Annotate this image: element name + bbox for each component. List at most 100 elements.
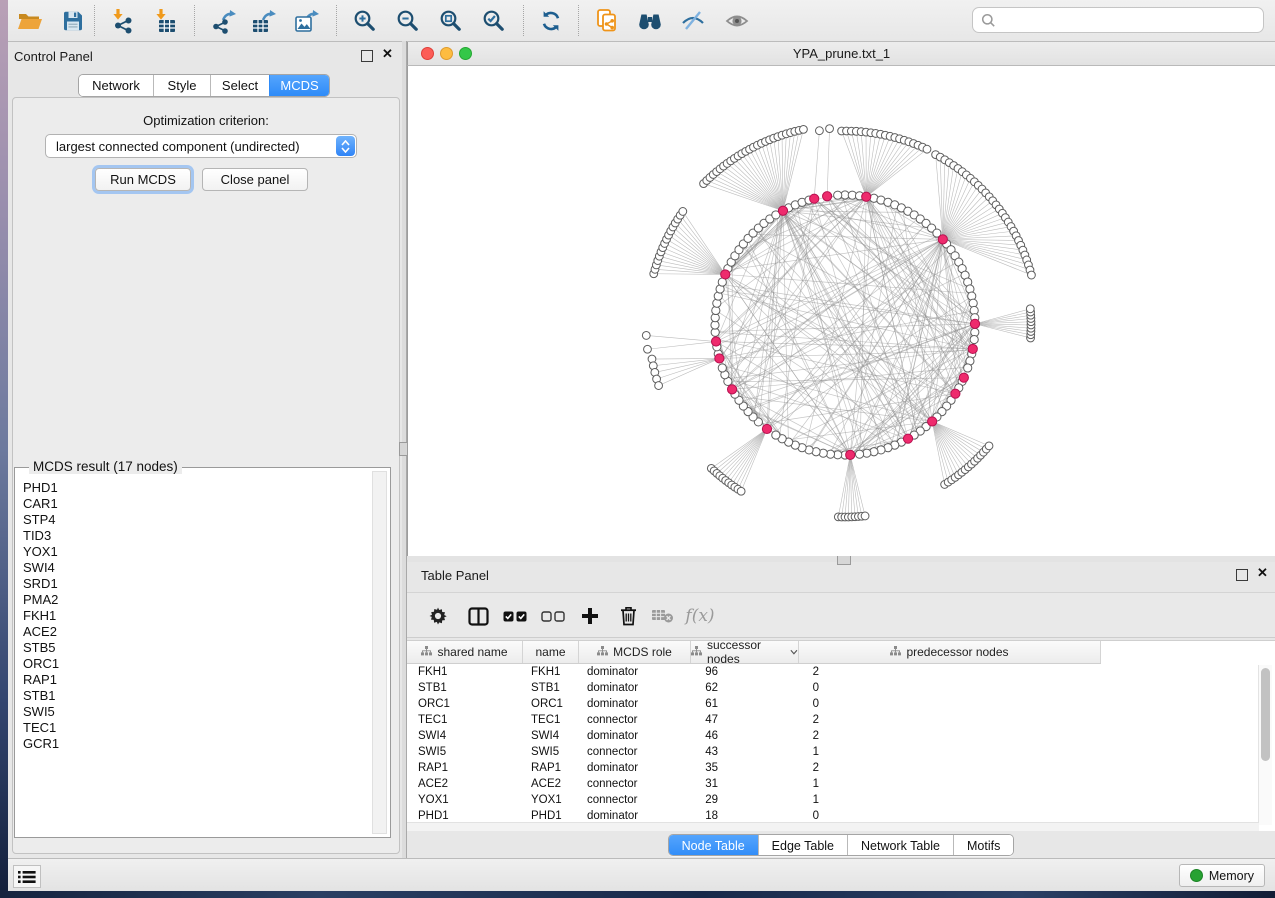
deselect-all-button[interactable]: [536, 599, 570, 633]
mcds-result-item[interactable]: GCR1: [23, 736, 370, 752]
search-input[interactable]: [1002, 12, 1255, 29]
table-row[interactable]: YOX1YOX1connector291: [407, 792, 1259, 808]
column-header-shared-name[interactable]: shared name: [407, 641, 523, 663]
export-table-button[interactable]: [244, 3, 282, 38]
column-header-successor-nodes[interactable]: successor nodes: [691, 641, 799, 663]
zoom-in-button[interactable]: [346, 3, 384, 38]
mcds-result-item[interactable]: TEC1: [23, 720, 370, 736]
table-horizontal-scrollbar[interactable]: [407, 822, 1259, 831]
mcds-result-item[interactable]: SRD1: [23, 576, 370, 592]
mcds-result-list[interactable]: PHD1CAR1STP4TID3YOX1SWI4SRD1PMA2FKH1ACE2…: [23, 480, 370, 833]
tab-style[interactable]: Style: [153, 75, 210, 96]
gear-icon: [428, 606, 448, 626]
cell: SWI4: [523, 730, 579, 742]
table-settings-button[interactable]: [421, 599, 455, 633]
cell: 29: [691, 794, 799, 806]
mcds-result-item[interactable]: STP4: [23, 512, 370, 528]
column-header-name[interactable]: name: [523, 641, 579, 663]
memory-button[interactable]: Memory: [1179, 864, 1265, 887]
toggle-column-panel-button[interactable]: [461, 599, 495, 633]
save-session-button[interactable]: [54, 3, 92, 38]
checked-boxes-icon: [503, 611, 527, 622]
export-network-button[interactable]: [204, 3, 242, 38]
search-field[interactable]: [972, 7, 1264, 33]
tab-select[interactable]: Select: [210, 75, 269, 96]
hide-selected-button[interactable]: [674, 3, 712, 38]
mcds-result-item[interactable]: STB1: [23, 688, 370, 704]
table-panel-close-button[interactable]: ✕: [1257, 568, 1268, 578]
import-network-button[interactable]: [104, 3, 142, 38]
zoom-out-icon: [396, 9, 420, 33]
import-table-button[interactable]: [147, 3, 185, 38]
mcds-result-item[interactable]: PHD1: [23, 480, 370, 496]
task-history-button[interactable]: [13, 865, 41, 888]
table-row[interactable]: SWI4SWI4dominator462: [407, 728, 1259, 744]
mcds-result-item[interactable]: YOX1: [23, 544, 370, 560]
control-panel-close-button[interactable]: ✕: [382, 49, 393, 59]
network-canvas[interactable]: [407, 66, 1275, 556]
mcds-result-item[interactable]: ACE2: [23, 624, 370, 640]
toolbar-separator: [94, 5, 95, 36]
select-all-button[interactable]: [498, 599, 532, 633]
table-row[interactable]: FKH1FKH1dominator962: [407, 664, 1259, 680]
sort-desc-icon: [790, 649, 798, 655]
mcds-result-item[interactable]: SWI4: [23, 560, 370, 576]
table-panel-float-button[interactable]: [1236, 569, 1248, 581]
table-vertical-scrollbar[interactable]: [1258, 665, 1272, 825]
tab-network[interactable]: Network: [79, 75, 153, 96]
open-session-button[interactable]: [11, 3, 49, 38]
tab-network-table[interactable]: Network Table: [847, 835, 953, 856]
zoom-selected-button[interactable]: [475, 3, 513, 38]
mcds-result-item[interactable]: TID3: [23, 528, 370, 544]
table-row[interactable]: ACE2ACE2connector311: [407, 776, 1259, 792]
mcds-result-item[interactable]: FKH1: [23, 608, 370, 624]
tab-mcds[interactable]: MCDS: [269, 75, 329, 96]
zoom-selected-icon: [482, 9, 506, 33]
table-row[interactable]: ORC1ORC1dominator610: [407, 696, 1259, 712]
table-row[interactable]: SWI5SWI5connector431: [407, 744, 1259, 760]
cell: dominator: [579, 762, 691, 774]
export-image-button[interactable]: [287, 3, 325, 38]
network-window-titlebar[interactable]: YPA_prune.txt_1: [407, 42, 1275, 66]
table-row[interactable]: STB1STB1dominator620: [407, 680, 1259, 696]
tab-motifs[interactable]: Motifs: [953, 835, 1013, 856]
criterion-select[interactable]: largest connected component (undirected): [45, 134, 357, 158]
add-column-button[interactable]: [573, 599, 607, 633]
zoom-fit-button[interactable]: [432, 3, 470, 38]
apply-layout-button[interactable]: [532, 3, 570, 38]
delete-selected-button[interactable]: [611, 599, 645, 633]
refresh-icon: [539, 9, 563, 33]
column-header-predecessor-nodes[interactable]: predecessor nodes: [799, 641, 1101, 663]
control-panel-float-button[interactable]: [361, 50, 373, 62]
mcds-result-item[interactable]: RAP1: [23, 672, 370, 688]
export-network-icon: [210, 8, 236, 34]
network-from-selection-button[interactable]: [588, 3, 626, 38]
mcds-result-item[interactable]: PMA2: [23, 592, 370, 608]
run-mcds-button[interactable]: Run MCDS: [95, 168, 191, 191]
close-mcds-panel-button[interactable]: Close panel: [202, 168, 308, 191]
function-builder-button[interactable]: f(x): [683, 599, 717, 633]
cell: 31: [691, 778, 799, 790]
tab-edge-table[interactable]: Edge Table: [758, 835, 847, 856]
table-row[interactable]: TEC1TEC1connector472: [407, 712, 1259, 728]
cell: connector: [579, 778, 691, 790]
eye-slash-icon: [680, 9, 706, 33]
mcds-result-scrollbar[interactable]: [372, 471, 387, 834]
mcds-result-item[interactable]: SWI5: [23, 704, 370, 720]
network-graph: [408, 66, 1275, 555]
cell: 0: [799, 682, 1101, 694]
find-button[interactable]: [631, 3, 669, 38]
horizontal-split-divider[interactable]: [407, 556, 1275, 562]
mcds-result-item[interactable]: CAR1: [23, 496, 370, 512]
tab-node-table[interactable]: Node Table: [669, 835, 758, 856]
cell: ORC1: [407, 698, 523, 710]
column-header-MCDS-role[interactable]: MCDS role: [579, 641, 691, 663]
export-table-icon: [250, 8, 276, 34]
mcds-result-item[interactable]: STB5: [23, 640, 370, 656]
table-row[interactable]: RAP1RAP1dominator352: [407, 760, 1259, 776]
scrollbar-thumb[interactable]: [1261, 668, 1270, 761]
zoom-out-button[interactable]: [389, 3, 427, 38]
delete-table-button[interactable]: [645, 599, 679, 633]
show-all-button[interactable]: [718, 3, 756, 38]
mcds-result-item[interactable]: ORC1: [23, 656, 370, 672]
